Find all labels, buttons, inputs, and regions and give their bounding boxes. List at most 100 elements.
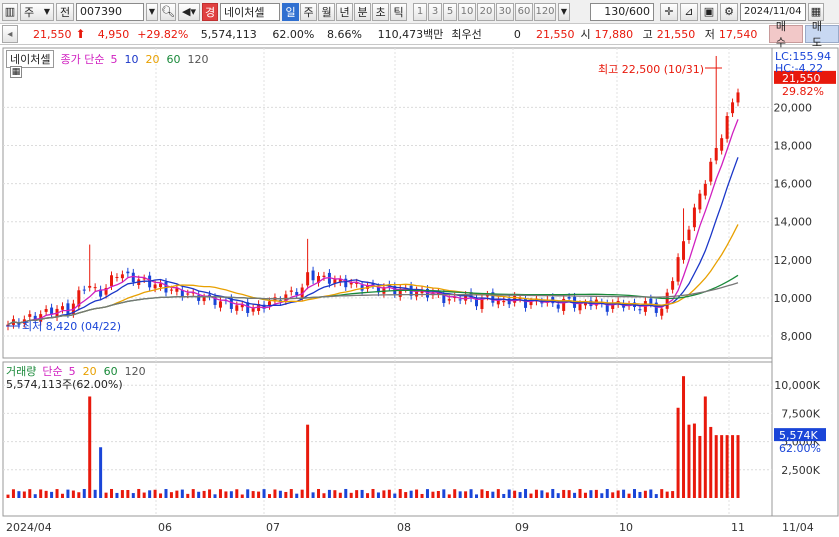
- price-legend: 네이처셀 종가 단순 5 10 20 60 120: [6, 50, 208, 68]
- ma-period-10[interactable]: 10: [124, 53, 138, 66]
- period-tab-0[interactable]: 일: [282, 2, 299, 21]
- vol-ma-period-120[interactable]: 120: [125, 365, 146, 378]
- volume-bar: [71, 490, 75, 498]
- sound-icon[interactable]: ◀▾: [178, 2, 200, 21]
- price-tick-label: 8,000: [781, 330, 813, 343]
- ma-period-5[interactable]: 5: [110, 53, 117, 66]
- chart-type-icon[interactable]: ⊿: [680, 2, 698, 21]
- ma-line-20: [7, 224, 739, 326]
- count-input[interactable]: 130/600: [590, 2, 654, 21]
- price-tick-label: 10,000: [774, 292, 813, 305]
- x-tick-label: 08: [397, 521, 411, 534]
- count-total: /600: [625, 5, 650, 18]
- date-field[interactable]: 2024/11/04: [740, 2, 806, 21]
- period-tabs: 일주월년분초틱: [282, 2, 407, 21]
- search-icon[interactable]: 🔍︎: [160, 2, 176, 21]
- volume-ratio: 62.00%: [272, 27, 315, 41]
- volume-bar: [376, 492, 380, 498]
- chart-menu-icon[interactable]: ▥: [2, 2, 18, 21]
- interval-tab-120[interactable]: 120: [534, 2, 556, 21]
- period-tab-4[interactable]: 분: [354, 2, 371, 21]
- crosshair-icon[interactable]: ✛: [660, 2, 678, 21]
- candle-body: [687, 229, 691, 240]
- volume-bar: [17, 491, 21, 498]
- period-tab-3[interactable]: 년: [336, 2, 353, 21]
- market-select[interactable]: 주 ▼: [20, 2, 54, 21]
- candle-body: [583, 303, 587, 306]
- candle-body: [60, 306, 64, 310]
- grid-toggle-icon[interactable]: ▦: [10, 66, 22, 78]
- volume-bar: [485, 491, 489, 498]
- volume-bar: [425, 489, 429, 498]
- interval-tab-30[interactable]: 30: [496, 2, 514, 21]
- period-tab-5[interactable]: 초: [372, 2, 389, 21]
- volume-bar: [665, 491, 669, 498]
- candle-body: [649, 298, 653, 304]
- candle-body: [720, 138, 724, 151]
- open-label: 시: [580, 28, 591, 41]
- ma-period-20[interactable]: 20: [145, 53, 159, 66]
- period-tab-6[interactable]: 틱: [390, 2, 407, 21]
- interval-tab-3[interactable]: 3: [428, 2, 442, 21]
- volume-bar: [551, 488, 555, 498]
- save-icon[interactable]: ▣: [700, 2, 718, 21]
- volume-bar: [627, 493, 631, 498]
- buy-button[interactable]: 매수: [768, 20, 803, 49]
- candle-body: [28, 314, 32, 317]
- pref-label: 최우선: [451, 28, 482, 41]
- volume-bar: [605, 488, 609, 498]
- quote-toggle-icon[interactable]: ◂: [2, 25, 18, 43]
- volume-value-text: 5,574,113주(62.00%): [6, 378, 123, 391]
- volume-bar: [360, 489, 364, 498]
- candle-body: [295, 291, 299, 296]
- volume-bar: [725, 435, 729, 498]
- open-value: 17,880: [594, 27, 634, 41]
- prev-button[interactable]: 전: [56, 2, 74, 21]
- volume-bar: [50, 491, 54, 498]
- settings-icon[interactable]: ⚙: [720, 2, 738, 21]
- volume-bar: [153, 489, 157, 498]
- last-volume-pct: 62.00%: [779, 442, 821, 455]
- interval-tab-10[interactable]: 10: [458, 2, 476, 21]
- ma-period-60[interactable]: 60: [166, 53, 180, 66]
- x-tick-label: 11: [731, 521, 745, 534]
- pref-value: 0: [513, 27, 521, 41]
- volume-bar: [39, 489, 43, 498]
- stock-name-field[interactable]: 네이처셀: [220, 2, 280, 21]
- ma-period-120[interactable]: 120: [187, 53, 208, 66]
- candle-body: [676, 257, 680, 282]
- price-tick-label: 16,000: [774, 178, 813, 191]
- low-note: 최저 8,420 (04/22): [22, 320, 121, 333]
- volume-bar: [714, 435, 718, 498]
- volume-bar: [453, 489, 457, 498]
- volume-bar: [611, 492, 615, 498]
- volume-bar: [480, 489, 484, 498]
- interval-tab-1[interactable]: 1: [413, 2, 427, 21]
- volume-bar: [382, 490, 386, 498]
- high-label: 고: [642, 28, 653, 41]
- candle-body: [88, 285, 92, 288]
- stock-code-input[interactable]: 007390: [76, 2, 144, 21]
- sell-button[interactable]: 매도: [804, 20, 839, 49]
- code-dropdown-icon[interactable]: ▼: [146, 2, 158, 21]
- interval-dropdown-icon[interactable]: ▼: [558, 2, 570, 21]
- candle-body: [709, 161, 713, 182]
- period-tab-2[interactable]: 월: [318, 2, 335, 21]
- period-tab-1[interactable]: 주: [300, 2, 317, 21]
- interval-tab-5[interactable]: 5: [443, 2, 457, 21]
- volume-bar: [77, 492, 81, 498]
- candle-body: [578, 304, 582, 311]
- interval-tab-20[interactable]: 20: [477, 2, 495, 21]
- candle-body: [93, 287, 97, 289]
- interval-tab-60[interactable]: 60: [515, 2, 533, 21]
- candle-body: [218, 301, 222, 308]
- stock-chart[interactable]: 20,000 18,000 16,000 14,000 12,000 10,000 8,00…: [0, 46, 839, 537]
- volume-bar: [671, 491, 675, 498]
- candle-body: [159, 283, 163, 288]
- volume-bar: [322, 493, 326, 498]
- candle-body: [289, 290, 293, 292]
- x-tick-label: 2024/04: [6, 521, 52, 534]
- volume-bar: [6, 494, 10, 498]
- volume-bar: [540, 490, 544, 498]
- change-pct: +29.82%: [137, 27, 189, 41]
